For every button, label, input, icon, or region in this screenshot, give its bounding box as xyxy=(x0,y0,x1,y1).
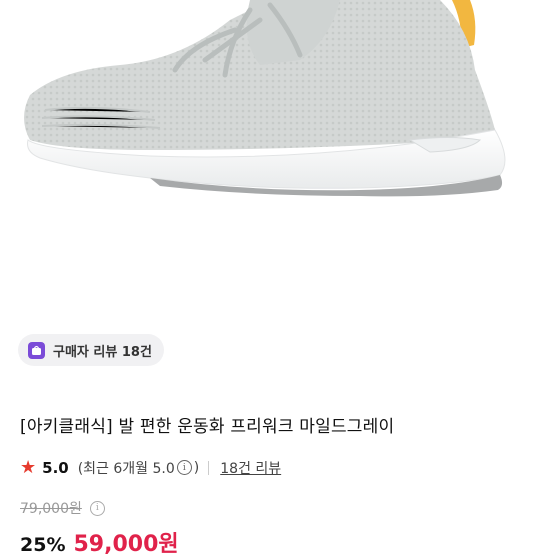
product-image[interactable] xyxy=(0,0,553,318)
review-bag-icon xyxy=(28,341,45,359)
price-info-icon[interactable]: i xyxy=(89,500,105,516)
review-count-link[interactable]: 18건 리뷰 xyxy=(220,458,281,478)
recent-rating-close: ) xyxy=(193,459,200,476)
star-icon: ★ xyxy=(20,457,37,478)
divider xyxy=(208,460,210,475)
sneaker-illustration xyxy=(24,0,506,197)
buyer-review-label: 구매자 리뷰 18건 xyxy=(53,344,152,360)
recent-rating: (최근 6개월 5.0 xyxy=(77,460,175,477)
product-title: [아키클래식] 발 편한 운동화 프리워크 마일드그레이 xyxy=(20,417,395,437)
price-row: 25% 59,000원 xyxy=(20,526,179,558)
rating-row: ★ 5.0 (최근 6개월 5.0 i ) 18건 리뷰 xyxy=(20,457,281,478)
sale-price: 59,000원 xyxy=(73,532,179,557)
original-price: 79,000원 xyxy=(20,501,82,517)
rating-score: 5.0 xyxy=(42,458,69,477)
info-icon[interactable]: i xyxy=(176,460,192,475)
original-price-row: 79,000원 i xyxy=(20,498,107,518)
buyer-review-badge[interactable]: 구매자 리뷰 18건 xyxy=(18,334,164,366)
